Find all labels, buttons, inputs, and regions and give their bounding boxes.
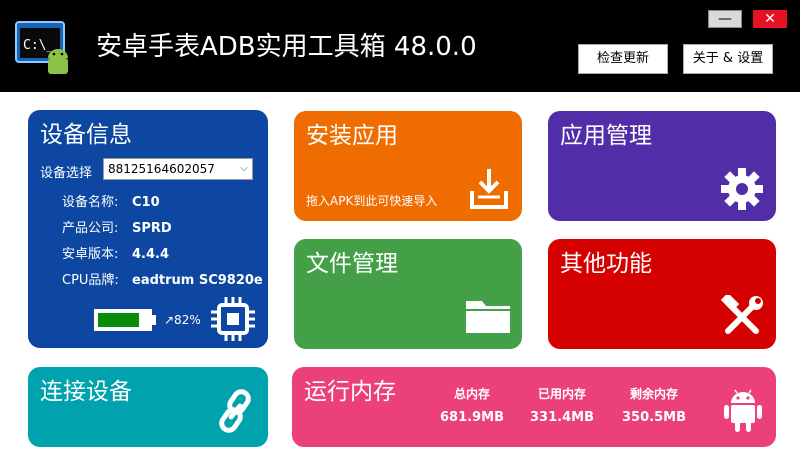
memory-used-label: 已用内存 (537, 387, 586, 401)
info-value: C10 (132, 195, 160, 210)
battery-indicator (94, 309, 152, 331)
memory-free: 剩余内存 350.5MB (614, 385, 694, 429)
terminal-android-icon: C:\_ (15, 21, 68, 74)
install-app-hint: 拖入APK到此可快速导入 (306, 194, 438, 208)
info-value: 4.4.4 (132, 247, 170, 262)
memory-used-value: 331.4MB (530, 410, 594, 425)
download-tray-icon (470, 169, 508, 209)
device-select[interactable]: 88125164602057 ⌵ (103, 158, 253, 180)
cpu-chip-icon (211, 297, 255, 341)
memory-used: 已用内存 331.4MB (522, 385, 602, 429)
device-info-panel: 设备信息 设备选择 88125164602057 ⌵ 设备名称: C10 产品公司… (28, 110, 268, 348)
minimize-button[interactable]: — (708, 10, 742, 28)
window-title: 安卓手表ADB实用工具箱 48.0.0 (96, 32, 477, 62)
info-key: CPU品牌: (62, 273, 119, 288)
memory-panel: 运行内存 总内存 681.9MB 已用内存 331.4MB 剩余内存 350.5… (292, 367, 776, 447)
memory-total-value: 681.9MB (440, 410, 504, 425)
memory-total: 总内存 681.9MB (432, 385, 512, 429)
app-manager-title: 应用管理 (560, 123, 652, 149)
memory-title: 运行内存 (304, 379, 396, 405)
chevron-down-icon: ⌵ (240, 163, 248, 174)
terminal-prompt-text: C:\_ (23, 38, 54, 53)
battery-fill (98, 313, 139, 327)
info-value: eadtrum SC9820e (132, 273, 263, 288)
about-settings-button[interactable]: 关于 & 设置 (683, 44, 773, 74)
info-key: 产品公司: (62, 221, 119, 236)
other-functions-title: 其他功能 (560, 251, 652, 277)
link-icon (219, 389, 251, 433)
battery-percent: ↗82% (164, 313, 201, 327)
info-row-device-name: 设备名称: C10 (62, 191, 160, 210)
check-update-button[interactable]: 检查更新 (578, 44, 668, 74)
info-key: 安卓版本: (62, 247, 119, 262)
file-manager-title: 文件管理 (306, 251, 398, 277)
device-select-label: 设备选择 (40, 166, 93, 181)
info-row-manufacturer: 产品公司: SPRD (62, 217, 172, 236)
info-row-android-version: 安卓版本: 4.4.4 (62, 243, 169, 262)
close-button[interactable]: ✕ (753, 10, 787, 28)
device-select-value: 88125164602057 (108, 162, 215, 176)
other-functions-tile[interactable]: 其他功能 (548, 239, 776, 349)
folder-icon (466, 301, 510, 333)
info-value: SPRD (132, 221, 172, 236)
battery-cap (152, 315, 156, 325)
connect-device-tile[interactable]: 连接设备 (28, 367, 268, 447)
gear-icon (721, 168, 763, 210)
memory-free-value: 350.5MB (622, 410, 686, 425)
install-app-title: 安装应用 (306, 123, 398, 149)
memory-free-label: 剩余内存 (629, 387, 678, 401)
tools-icon (720, 295, 763, 334)
install-app-tile[interactable]: 安装应用 拖入APK到此可快速导入 (294, 111, 522, 221)
device-info-title: 设备信息 (40, 122, 132, 148)
connect-device-title: 连接设备 (40, 379, 132, 405)
file-manager-tile[interactable]: 文件管理 (294, 239, 522, 349)
app-manager-tile[interactable]: 应用管理 (548, 111, 776, 221)
title-bar: C:\_ 安卓手表ADB实用工具箱 48.0.0 — ✕ 检查更新 关于 & 设… (0, 0, 800, 92)
info-key: 设备名称: (62, 195, 119, 210)
info-row-cpu: CPU品牌: eadtrum SC9820e (62, 269, 266, 288)
memory-total-label: 总内存 (453, 387, 490, 401)
android-icon (724, 389, 762, 432)
